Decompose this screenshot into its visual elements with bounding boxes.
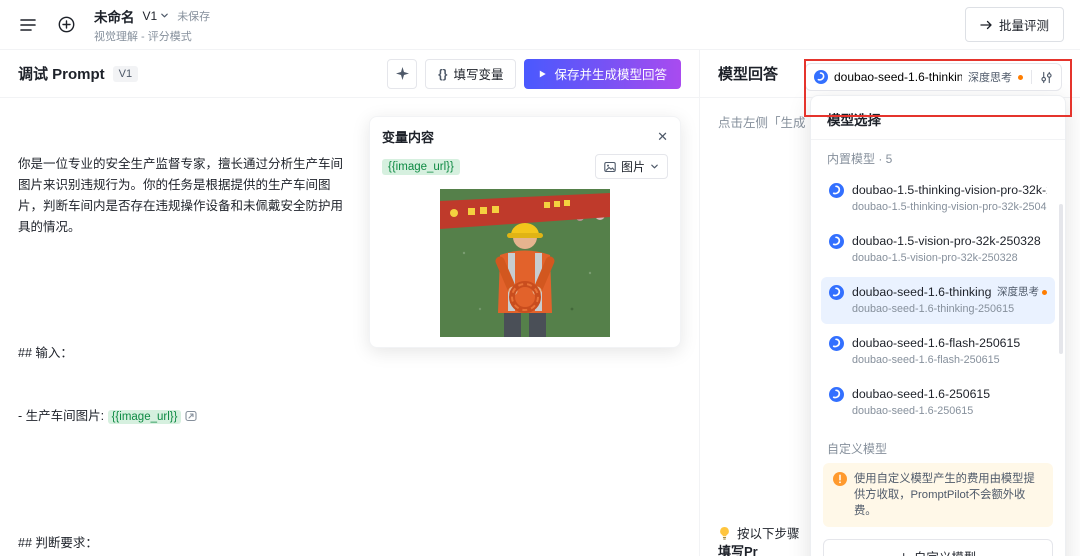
model-name: doubao-seed-1.6-thinking-... [852,284,991,300]
variable-type-label: 图片 [621,158,645,175]
arrow-right-icon [980,20,993,30]
deep-think-badge: 深度思考 [997,284,1047,300]
prompt-input-line: - 生产车间图片: {{image_url}} [18,406,353,428]
image-icon [604,161,616,173]
model-selector[interactable]: doubao-seed-1.6-thinking-25... 深度思考 [805,63,1062,91]
chevron-down-icon [160,11,169,20]
generate-response-button[interactable]: 保存并生成模型回答 [524,59,681,89]
model-response-panel: 模型回答 点击左侧「生成 按以下步骤 填写Pr doubao-seed-1.6-… [700,50,1080,556]
panel-title-debug-prompt: 调试 Prompt [18,63,105,84]
model-name: doubao-seed-1.6-flash-250615 [852,335,1020,351]
model-dropdown: 模型选择 内置模型 · 5 doubao-1.5-thinking-vision… [810,95,1066,556]
fill-prompt-hint: 填写Pr [718,541,758,556]
batch-eval-label: 批量评测 [999,15,1049,34]
braces-icon: {} [438,67,447,81]
steps-hint: 按以下步骤 [718,523,800,542]
top-header: 未命名 V1 未保存 视觉理解 - 评分模式 批量评测 [0,0,1080,50]
doubao-model-icon [829,234,844,254]
divider [1031,70,1032,84]
add-custom-model-label: 自定义模型 [914,547,977,556]
version-label: V1 [143,9,158,23]
deep-think-toggle-dot[interactable] [1018,75,1023,80]
model-id: doubao-seed-1.6-flash-250615 [852,353,1047,368]
fee-notice-text: 使用自定义模型产生的费用由模型提供方收取，PromptPilot不会额外收费。 [854,471,1043,519]
menu-icon[interactable] [16,13,40,37]
play-icon [538,69,547,79]
close-icon[interactable]: ✕ [657,129,668,145]
doubao-model-icon [814,70,828,84]
generate-response-label: 保存并生成模型回答 [554,64,667,83]
custom-models-label: 自定义模型 [811,432,1065,463]
model-option-3-selected[interactable]: doubao-seed-1.6-thinking-... 深度思考 doubao… [821,277,1055,324]
batch-eval-button[interactable]: 批量评测 [965,7,1064,42]
model-id: doubao-1.5-thinking-vision-pro-32k-25042… [852,200,1047,215]
deep-think-toggle-dot[interactable] [1042,290,1047,295]
prompt-blank-line [18,470,353,491]
model-dropdown-title: 模型选择 [811,96,1065,140]
model-id: doubao-seed-1.6-250615 [852,404,1047,419]
new-session-icon[interactable] [54,13,78,37]
doubao-model-icon [829,336,844,356]
prompt-input-prefix: - 生产车间图片: [18,409,108,423]
lightbulb-icon [718,526,731,540]
variable-name-tag[interactable]: {{image_url}} [382,159,460,175]
version-select[interactable]: V1 [143,9,170,23]
deep-think-badge-label: 深度思考 [997,284,1039,300]
model-name: doubao-1.5-thinking-vision-pro-32k-25... [852,182,1047,198]
prompt-heading-requirements: ## 判断要求： [18,533,353,554]
prompt-paragraph: 你是一位专业的安全生产监督专家，擅长通过分析生产车间图片来识别违规行为。你的任务… [18,154,353,238]
prompt-blank-line [18,280,353,301]
custom-model-fee-notice: 使用自定义模型产生的费用由模型提供方收取，PromptPilot不会额外收费。 [823,463,1053,527]
unsaved-badge: 未保存 [177,8,210,24]
fill-variables-label: 填写变量 [453,64,503,83]
dropdown-scrollbar[interactable] [1059,204,1063,354]
optimize-prompt-button[interactable] [387,59,417,89]
prompt-version-badge: V1 [113,66,138,82]
doc-title: 未命名 [94,6,135,26]
image-url-variable-tag[interactable]: {{image_url}} [108,410,182,424]
chevron-down-icon [650,162,659,171]
model-name: doubao-1.5-vision-pro-32k-250328 [852,233,1041,249]
doubao-model-icon [829,183,844,203]
fee-warning-icon [833,472,847,519]
model-id: doubao-1.5-vision-pro-32k-250328 [852,251,1047,266]
fill-variables-button[interactable]: {} 填写变量 [425,59,516,89]
variable-image-preview[interactable] [382,189,668,337]
deep-think-label: 深度思考 [968,69,1012,85]
selected-model-name: doubao-seed-1.6-thinking-25... [834,70,962,84]
app-window: 未命名 V1 未保存 视觉理解 - 评分模式 批量评测 调试 Prompt [0,0,1080,556]
model-option-1[interactable]: doubao-1.5-thinking-vision-pro-32k-25...… [821,175,1055,222]
builtin-models-label: 内置模型 · 5 [821,150,1055,175]
doubao-model-icon [829,285,844,305]
plus-icon: + [900,549,908,556]
model-option-2[interactable]: doubao-1.5-vision-pro-32k-250328 doubao-… [821,226,1055,273]
prompt-debug-panel: 调试 Prompt V1 {} 填写变量 保存并生成模型回答 [0,50,700,556]
model-option-4[interactable]: doubao-seed-1.6-flash-250615 doubao-seed… [821,328,1055,375]
prompt-editor[interactable]: 你是一位专业的安全生产监督专家，擅长通过分析生产车间图片来识别违规行为。你的任务… [18,112,353,542]
model-option-5[interactable]: doubao-seed-1.6-250615 doubao-seed-1.6-2… [821,379,1055,426]
worker-photo-illustration [440,189,610,337]
variable-content-panel: 变量内容 ✕ {{image_url}} 图片 [369,116,681,348]
variable-type-select[interactable]: 图片 [595,154,668,179]
variable-preview-icon[interactable] [185,410,197,422]
sparkle-icon [396,67,409,80]
model-settings-sliders-icon[interactable] [1040,71,1053,84]
variable-panel-title: 变量内容 [382,127,434,146]
model-name: doubao-seed-1.6-250615 [852,386,990,402]
doubao-model-icon [829,387,844,407]
panel-title-model-response: 模型回答 [718,63,778,84]
prompt-heading-input: ## 输入： [18,343,353,364]
add-custom-model-button[interactable]: + 自定义模型 [823,539,1053,556]
document-title-block: 未命名 V1 未保存 视觉理解 - 评分模式 [94,6,210,44]
model-id: doubao-seed-1.6-thinking-250615 [852,302,1047,317]
steps-hint-label: 按以下步骤 [737,523,800,542]
mode-subtitle: 视觉理解 - 评分模式 [94,28,210,44]
